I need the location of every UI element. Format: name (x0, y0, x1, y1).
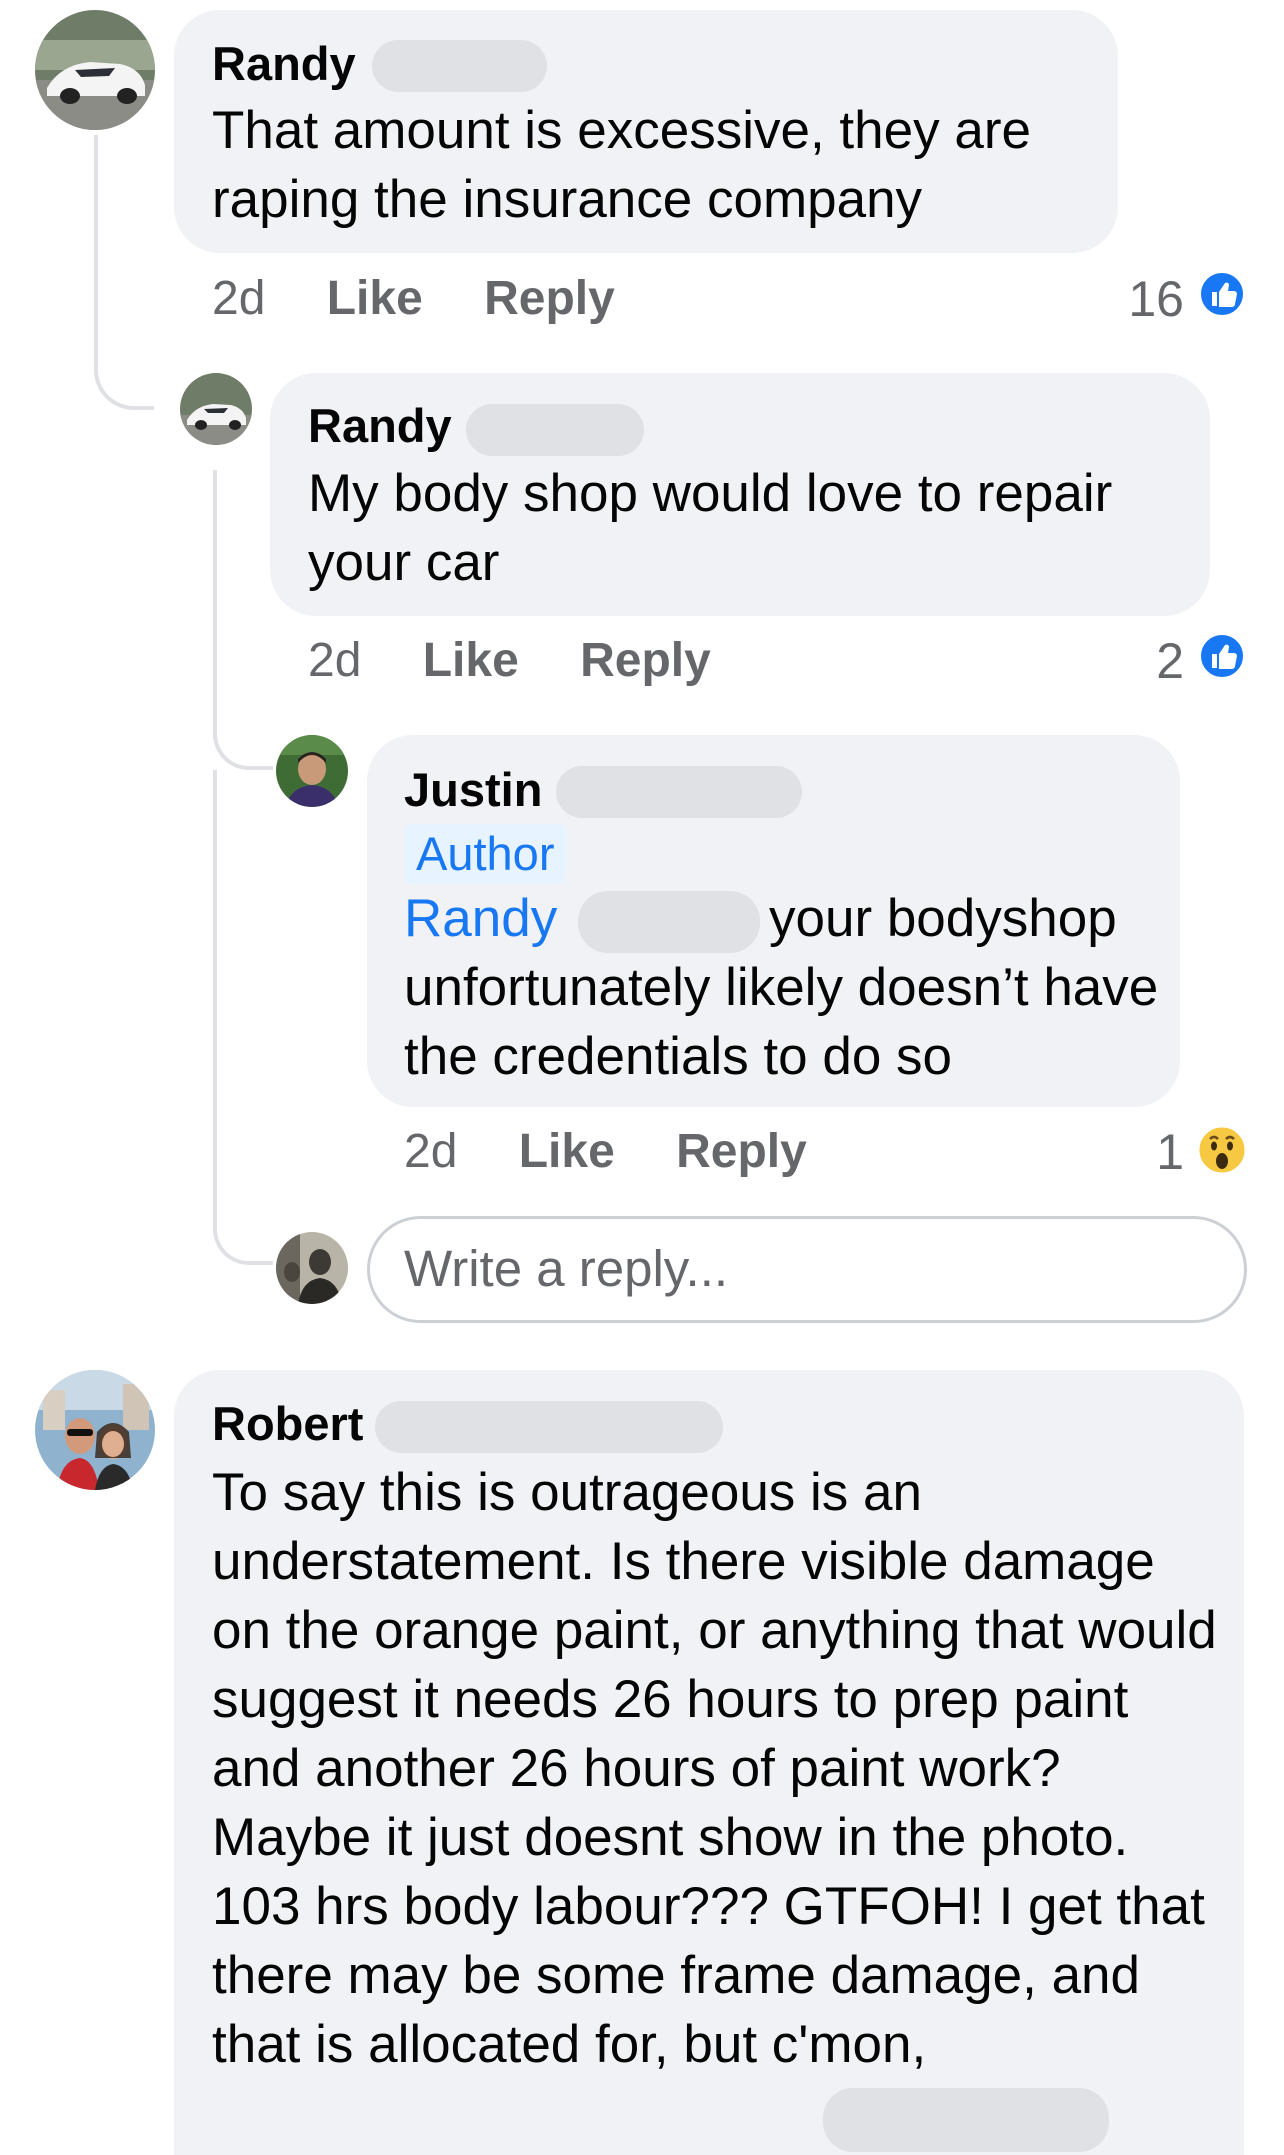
redacted-mention-surname (578, 891, 760, 953)
avatar-randy[interactable] (180, 373, 252, 445)
reply-button[interactable]: Reply (580, 634, 711, 687)
comment-text: That amount is excessive, they are rapin… (212, 101, 1031, 229)
avatar-current-user (276, 1232, 348, 1304)
reply-button[interactable]: Reply (676, 1125, 807, 1178)
avatar-robert[interactable] (35, 1370, 155, 1490)
comment-author[interactable]: Randy (308, 396, 452, 456)
comment-author[interactable]: Robert (212, 1394, 363, 1454)
reaction-count[interactable]: 16 (1128, 269, 1184, 329)
comment-actions: 2d Like Reply (212, 269, 615, 329)
thread-line-reply-box (213, 770, 273, 1265)
redacted-surname (375, 1401, 723, 1453)
comment-time[interactable]: 2d (212, 272, 265, 325)
comment-actions: 2d Like Reply (404, 1122, 807, 1182)
like-button[interactable]: Like (519, 1125, 615, 1178)
comment-time[interactable]: 2d (404, 1125, 457, 1178)
redacted-surname (466, 404, 644, 456)
comment-actions: 2d Like Reply (308, 631, 711, 691)
like-button[interactable]: Like (327, 272, 423, 325)
reply-button[interactable]: Reply (484, 272, 615, 325)
redacted-surname (372, 40, 547, 92)
reaction-count[interactable]: 2 (1156, 631, 1184, 691)
author-badge: Author (404, 824, 567, 884)
comment-author[interactable]: Justin (404, 760, 542, 820)
comment-author[interactable]: Randy (212, 34, 356, 94)
comment-text: To say this is outrageous is an understa… (212, 1463, 1217, 2074)
comment-text: unfortunately likely doesn’t have the cr… (404, 958, 1159, 1086)
comment-text: your bodyshop (769, 889, 1117, 948)
wow-icon[interactable] (1196, 1124, 1248, 1176)
thread-line-main (94, 135, 154, 410)
thread-line-reply-to-justin (213, 470, 273, 770)
avatar-randy[interactable] (35, 10, 155, 130)
like-icon[interactable] (1198, 270, 1246, 318)
mention-link[interactable]: Randy (404, 889, 557, 948)
like-button[interactable]: Like (423, 634, 519, 687)
reply-placeholder: Write a reply... (404, 1240, 729, 1297)
reaction-count[interactable]: 1 (1156, 1122, 1184, 1182)
avatar-justin[interactable] (276, 735, 348, 807)
redacted-surname (556, 766, 802, 818)
redacted-mention (823, 2088, 1109, 2152)
like-icon[interactable] (1198, 632, 1246, 680)
comment-text: My body shop would love to repair your c… (308, 464, 1113, 592)
comment-time[interactable]: 2d (308, 634, 361, 687)
